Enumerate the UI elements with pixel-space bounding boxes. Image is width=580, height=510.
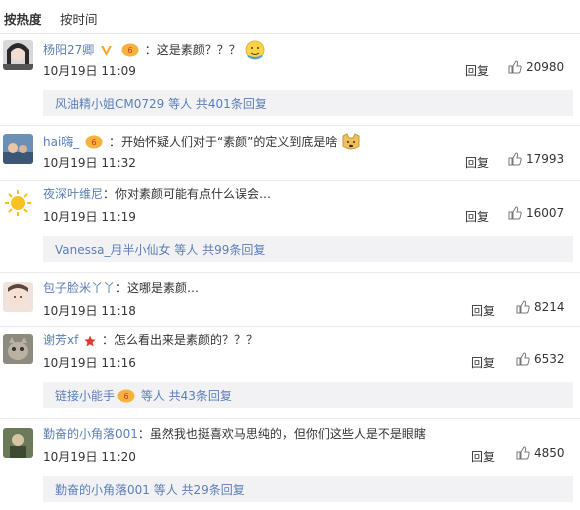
sort-by-time-tab[interactable]: 按时间 [60,9,98,28]
like-count: 20980 [526,60,565,74]
thumbs-up-icon [516,352,530,366]
like-button[interactable]: 6532 [516,352,565,366]
like-button[interactable]: 17993 [508,152,564,166]
divider [0,180,580,181]
sub-replies-box[interactable]: 勤奋的小角落001 等人 共29条回复 [43,476,573,502]
like-button[interactable]: 4850 [516,446,565,460]
sub-reply-username[interactable]: 勤奋的小角落001 [55,483,150,497]
comment-text: ：这是素颜？？？ [144,43,241,57]
comment-item: hai嗨_ 6 ：开始怀疑人们对于“素颜”的定义到底是啥 10月19日 11:3… [0,128,580,182]
like-count: 17993 [526,152,565,166]
avatar[interactable] [3,40,33,70]
comment-text: ：虽然我也挺喜欢马思纯的，但你们这些人是不是眼瞎 [137,427,426,441]
reply-button[interactable]: 回复 [465,62,489,79]
drool-emoji-icon [245,40,265,64]
red-star-icon [84,335,96,351]
comment-username[interactable]: 夜深叶维尼 [43,187,103,201]
reply-button[interactable]: 回复 [471,354,495,371]
comment-item: 谢芳xf ：怎么看出来是素颜的？？？ 10月19日 11:16 回复 6532 … [0,328,580,416]
comment-text: ：怎么看出来是素颜的？？？ [101,333,258,347]
thumbs-up-icon [508,206,522,220]
divider [0,125,580,126]
comment-date: 10月19日 11:32 [43,156,136,170]
like-count: 16007 [526,206,565,220]
comment-text: ：你对素颜可能有点什么误会… [103,187,272,201]
avatar[interactable] [3,188,33,218]
comment-text: ：开始怀疑人们对于“素颜”的定义到底是啥 [108,135,338,149]
sub-reply-username[interactable]: Vanessa_月半小仙女 [55,243,170,257]
svg-text:6: 6 [92,138,97,147]
avatar[interactable] [3,334,33,364]
comment-item: 包子脸米丫丫：这哪是素颜… 10月19日 11:18 回复 8214 [0,276,580,328]
comment-item: 勤奋的小角落001：虽然我也挺喜欢马思纯的，但你们这些人是不是眼瞎 10月19日… [0,422,580,510]
vip-badge-icon: 6 [85,135,103,153]
like-count: 6532 [534,352,565,366]
doge-emoji-icon [341,132,361,156]
svg-text:6: 6 [123,392,128,401]
comment-username[interactable]: 谢芳xf [43,333,78,347]
verified-icon [100,44,113,61]
sub-replies-count[interactable]: 等人 共99条回复 [170,243,265,257]
sub-replies-link[interactable]: 链接小能手 6 等人 共43条回复 [55,387,232,406]
avatar[interactable] [3,428,33,458]
svg-text:6: 6 [127,46,132,55]
reply-button[interactable]: 回复 [465,208,489,225]
like-count: 4850 [534,446,565,460]
sub-reply-username[interactable]: 风油精小姐CM0729 [55,97,164,111]
reply-button[interactable]: 回复 [471,302,495,319]
comment-item: 杨阳27卿 6 ：这是素颜？？？ 10月19日 11:09 回复 20980 风… [0,36,580,126]
avatar[interactable] [3,134,33,164]
reply-button[interactable]: 回复 [465,154,489,171]
sub-replies-box[interactable]: Vanessa_月半小仙女 等人 共99条回复 [43,236,573,262]
comment-username[interactable]: hai嗨_ [43,135,79,149]
like-button[interactable]: 16007 [508,206,564,220]
vip-badge-icon: 6 [117,389,135,406]
sub-replies-link[interactable]: Vanessa_月半小仙女 等人 共99条回复 [55,241,265,258]
sort-bar: 按热度 按时间 [0,0,580,34]
sub-replies-count[interactable]: 等人 共401条回复 [164,97,267,111]
sub-replies-count[interactable]: 等人 共43条回复 [137,389,232,403]
divider [0,272,580,273]
thumbs-up-icon [516,446,530,460]
thumbs-up-icon [508,60,522,74]
sub-replies-box[interactable]: 链接小能手 6 等人 共43条回复 [43,382,573,408]
sub-replies-link[interactable]: 风油精小姐CM0729 等人 共401条回复 [55,95,267,112]
reply-button[interactable]: 回复 [471,448,495,465]
sub-replies-link[interactable]: 勤奋的小角落001 等人 共29条回复 [55,481,245,498]
comment-date: 10月19日 11:19 [43,210,136,224]
thumbs-up-icon [516,300,530,314]
divider [0,326,580,327]
sub-replies-box[interactable]: 风油精小姐CM0729 等人 共401条回复 [43,90,573,116]
comment-username[interactable]: 包子脸米丫丫 [43,281,115,295]
comment-text: ：这哪是素颜… [115,281,200,295]
comment-date: 10月19日 11:20 [43,450,136,464]
sort-by-hot-tab[interactable]: 按热度 [4,9,42,28]
comment-date: 10月19日 11:16 [43,356,136,370]
comment-date: 10月19日 11:09 [43,64,136,78]
vip-badge-icon: 6 [121,43,139,61]
like-count: 8214 [534,300,565,314]
divider [0,418,580,419]
comment-date: 10月19日 11:18 [43,304,136,318]
avatar[interactable] [3,282,33,312]
comment-username[interactable]: 杨阳27卿 [43,43,94,57]
thumbs-up-icon [508,152,522,166]
comment-item: 夜深叶维尼：你对素颜可能有点什么误会… 10月19日 11:19 回复 1600… [0,182,580,268]
like-button[interactable]: 20980 [508,60,564,74]
sub-reply-username[interactable]: 链接小能手 [55,389,115,403]
comment-username[interactable]: 勤奋的小角落001 [43,427,138,441]
like-button[interactable]: 8214 [516,300,565,314]
sub-replies-count[interactable]: 等人 共29条回复 [150,483,245,497]
